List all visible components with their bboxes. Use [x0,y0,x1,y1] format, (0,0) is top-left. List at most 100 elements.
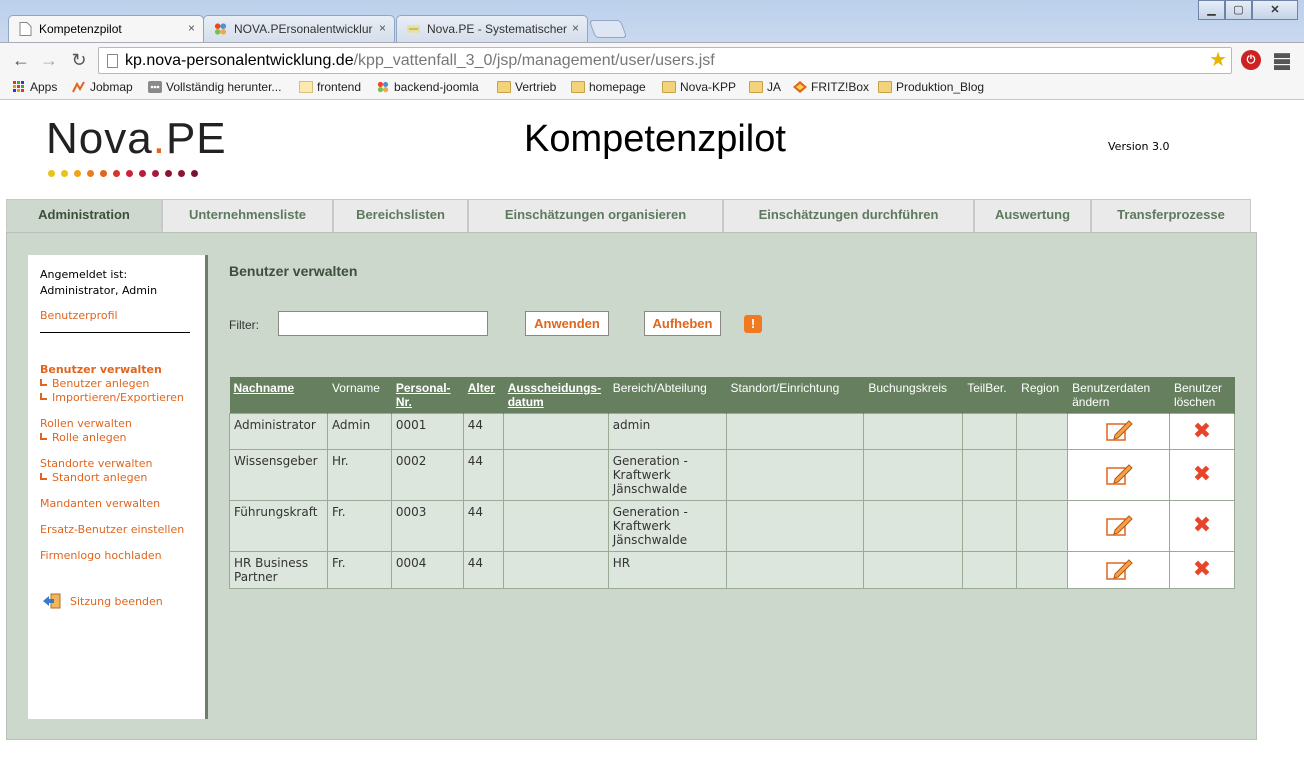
cell-teilber [962,500,1018,552]
tab-unternehmensliste[interactable]: Unternehmensliste [162,199,333,232]
maximize-icon[interactable]: ▢ [1225,0,1252,20]
tab-label: Kompetenzpilot [39,22,122,36]
sidebar-link-benutzer-verwalten[interactable]: Benutzer verwalten [40,363,162,376]
hamburger-menu-icon[interactable]: ▬ ▬ ▬ [1274,46,1290,74]
back-arrow-icon[interactable]: ← [10,49,32,71]
cell-alter: 44 [462,413,504,450]
address-bar[interactable]: kp.nova-personalentwicklung.de/kpp_vatte… [98,47,1232,74]
cell-ausscheidungsdatum [502,500,609,552]
edit-user-icon[interactable] [1105,418,1133,442]
bookmark-label: Vertrieb [515,80,557,94]
main-content: Benutzer verwalten Filter: Anwenden Aufh… [229,255,1239,719]
column-header-personal-nr[interactable]: Personal-Nr. [391,377,464,414]
login-info: Angemeldet ist: Administrator, Admin [40,267,157,299]
forward-arrow-icon[interactable]: → [38,49,60,71]
bookmark-frontend[interactable]: frontend [299,80,361,94]
tab-close-icon[interactable]: × [572,21,579,35]
browser-tab-nova-personalentwicklung[interactable]: NOVA.PErsonalentwicklur × [203,15,395,42]
edit-user-icon[interactable] [1105,462,1133,486]
reload-icon[interactable]: ↻ [68,49,90,71]
adblock-extension-icon[interactable]: ⏻ [1241,50,1261,70]
edit-user-icon[interactable] [1105,513,1133,537]
table-row: HR Business Partner Fr. 0004 44 HR ✖ [229,551,1236,589]
reset-filter-button[interactable]: Aufheben [644,311,721,336]
fritzbox-icon [793,81,807,93]
cell-buchungskreis [863,551,964,589]
bookmark-label: frontend [317,80,362,94]
bookmark-nova-kpp[interactable]: Nova-KPP [662,80,736,94]
sidebar-link-standort-anlegen[interactable]: Standort anlegen [40,471,147,484]
cell-vorname: Fr. [326,551,392,589]
sidebar-divider [40,332,190,333]
bookmark-produktion-blog[interactable]: Produktion_Blog [878,80,984,94]
browser-tab-nova-pe-systematischer[interactable]: Nova.PE - Systematischer × [396,15,588,42]
bookmark-vertrieb[interactable]: Vertrieb [497,80,556,94]
sidebar-link-firmenlogo[interactable]: Firmenlogo hochladen [40,549,162,562]
main-navigation: Administration Unternehmensliste Bereich… [6,199,1256,232]
new-tab-button[interactable] [588,20,628,38]
tab-bereichslisten[interactable]: Bereichslisten [333,199,468,232]
logout-icon[interactable] [42,593,62,609]
sidebar-link-ersatz-benutzer[interactable]: Ersatz-Benutzer einstellen [40,523,184,536]
sidebar-link-rollen-verwalten[interactable]: Rollen verwalten [40,417,132,430]
minimize-icon[interactable]: ▁ [1198,0,1225,20]
cell-region [1016,500,1069,552]
apply-filter-button[interactable]: Anwenden [525,311,609,336]
column-header-alter[interactable]: Alter [463,377,504,414]
bookmark-backend-joomla[interactable]: backend-joomla [376,80,479,94]
sidebar-link-rolle-anlegen[interactable]: Rolle anlegen [40,431,127,444]
tab-einschaetzungen-organisieren[interactable]: Einschätzungen organisieren [468,199,723,232]
tab-transferprozesse[interactable]: Transferprozesse [1091,199,1251,232]
cell-nachname: Administrator [229,413,328,450]
sidebar-link-benutzerprofil[interactable]: Benutzerprofil [40,309,118,322]
logo-dot [139,170,146,177]
bookmark-star-icon[interactable]: ★ [1209,48,1227,73]
joomla-icon [214,23,227,35]
sidebar: Angemeldet ist: Administrator, Admin Ben… [28,255,208,719]
tab-einschaetzungen-durchfuehren[interactable]: Einschätzungen durchführen [723,199,974,232]
sidebar-sub-label: Benutzer anlegen [52,377,150,390]
browser-tab-kompetenzpilot[interactable]: Kompetenzpilot × [8,15,204,42]
bookmark-fritzbox[interactable]: FRITZ!Box [793,80,869,94]
login-label: Angemeldet ist: [40,268,128,281]
bookmark-apps[interactable]: Apps [12,80,57,94]
cell-teilber [962,413,1018,450]
tab-administration[interactable]: Administration [6,199,162,232]
delete-user-icon[interactable]: ✖ [1193,515,1211,537]
cell-edit [1067,551,1170,589]
delete-user-icon[interactable]: ✖ [1193,559,1211,581]
nova-pe-icon [407,25,420,33]
bookmark-jobmap[interactable]: Jobmap [72,80,133,94]
cell-buchungskreis [863,449,964,501]
delete-user-icon[interactable]: ✖ [1193,420,1211,442]
cell-standort [725,449,865,501]
table-row: Führungskraft Fr. 0003 44 Generation - K… [229,500,1236,552]
bookmark-ja[interactable]: JA [749,80,781,94]
sidebar-link-standorte-verwalten[interactable]: Standorte verwalten [40,457,152,470]
sidebar-link-importieren-exportieren[interactable]: Importieren/Exportieren [40,391,184,404]
bookmark-homepage[interactable]: homepage [571,80,646,94]
window-close-icon[interactable]: ✕ [1252,0,1298,20]
delete-user-icon[interactable]: ✖ [1193,464,1211,486]
tab-close-icon[interactable]: × [188,21,195,35]
sidebar-sub-label: Importieren/Exportieren [52,391,184,404]
warning-icon[interactable]: ! [744,315,762,333]
column-header-teilber: TeilBer. [962,377,1018,414]
bookmark-vollstaendig[interactable]: Vollständig herunter... [148,80,281,94]
column-header-ausscheidungsdatum[interactable]: Ausscheidungs-datum [503,377,609,414]
sidebar-link-mandanten-verwalten[interactable]: Mandanten verwalten [40,497,160,510]
cell-standort [725,551,865,589]
column-header-standort: Standort/Einrichtung [726,377,865,414]
cell-region [1016,413,1069,450]
tab-auswertung[interactable]: Auswertung [974,199,1091,232]
edit-user-icon[interactable] [1105,557,1133,581]
cell-ausscheidungsdatum [502,449,609,501]
filter-input[interactable] [278,311,488,336]
version-label: Version 3.0 [1108,140,1170,153]
browser-chrome: Kompetenzpilot × NOVA.PErsonalentwicklur… [0,0,1304,100]
column-header-nachname[interactable]: Nachname [229,377,328,414]
column-header-region: Region [1016,377,1069,414]
sidebar-link-sitzung-beenden[interactable]: Sitzung beenden [70,595,163,608]
tab-close-icon[interactable]: × [379,21,386,35]
sidebar-link-benutzer-anlegen[interactable]: Benutzer anlegen [40,377,149,390]
